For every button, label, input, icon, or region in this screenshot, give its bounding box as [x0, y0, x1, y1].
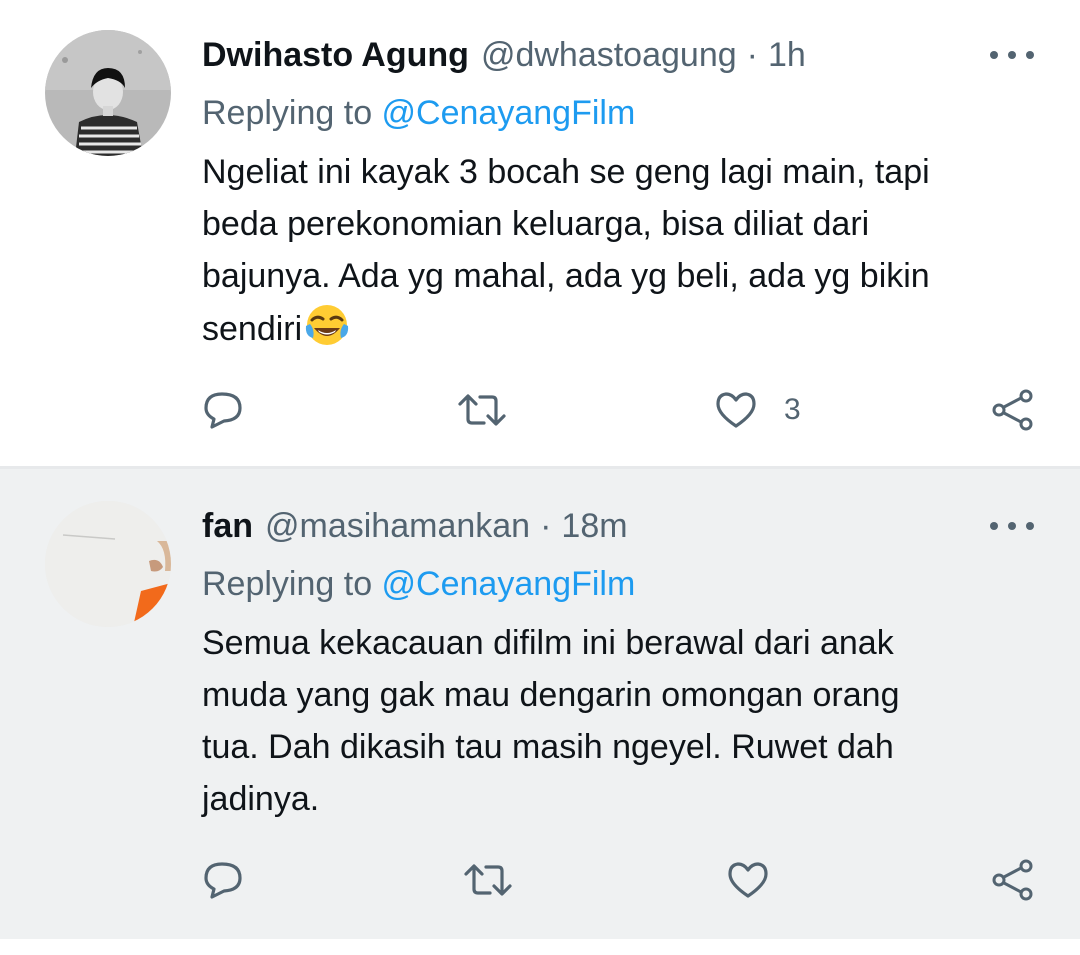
- reply-icon: [204, 862, 242, 899]
- mention-link[interactable]: @CenayangFilm: [382, 565, 636, 603]
- tweet-text-line: Semua kekacauan difilm ini berawal dari …: [202, 624, 894, 662]
- retweet-button[interactable]: [462, 850, 514, 910]
- mention-link[interactable]: @CenayangFilm: [382, 94, 636, 132]
- tweet-2[interactable]: fan @masihamankan · 18m Replying to @Cen…: [0, 469, 1080, 939]
- like-button[interactable]: 3: [714, 380, 801, 440]
- avatar-photo: [45, 501, 171, 627]
- like-count: 3: [784, 393, 801, 426]
- more-icon[interactable]: [990, 45, 1034, 65]
- retweet-button[interactable]: [456, 380, 508, 440]
- replying-to: Replying to @CenayangFilm: [202, 88, 635, 138]
- tweet-actions: [0, 850, 1080, 910]
- tweet-text: Ngeliat ini kayak 3 bocah se geng lagi m…: [202, 146, 1042, 363]
- heart-icon: [728, 862, 768, 898]
- avatar[interactable]: [45, 30, 171, 156]
- avatar-photo: [45, 30, 171, 156]
- retweet-icon: [458, 394, 506, 426]
- tears-of-joy-emoji-icon: [304, 302, 350, 363]
- replying-to: Replying to @CenayangFilm: [202, 559, 635, 609]
- like-button[interactable]: [726, 850, 770, 910]
- timestamp[interactable]: 18m: [561, 501, 627, 551]
- tweet-1[interactable]: Dwihasto Agung @dwhastoagung · 1h Replyi…: [0, 0, 1080, 466]
- replying-prefix: Replying to: [202, 565, 382, 603]
- user-handle[interactable]: @masihamankan: [265, 501, 530, 551]
- reply-button[interactable]: [202, 380, 246, 440]
- share-button[interactable]: [990, 380, 1036, 440]
- replying-prefix: Replying to: [202, 94, 382, 132]
- tweet-text-line: sendiri: [202, 302, 1042, 363]
- tweet-header: Dwihasto Agung @dwhastoagung · 1h: [202, 30, 806, 80]
- timestamp[interactable]: 1h: [768, 30, 806, 80]
- tweet-text-fragment: sendiri: [202, 310, 303, 348]
- display-name[interactable]: Dwihasto Agung: [202, 30, 469, 80]
- tweet-text-line: muda yang gak mau dengarin omongan orang: [202, 676, 900, 714]
- share-icon: [992, 859, 1033, 901]
- reply-icon: [204, 392, 242, 429]
- avatar[interactable]: [45, 501, 171, 627]
- heart-icon: [716, 392, 756, 428]
- tweet-text-line: jadinya.: [202, 780, 320, 818]
- share-button[interactable]: [990, 850, 1036, 910]
- page-bottom: [0, 939, 1080, 955]
- tweet-text: Semua kekacauan difilm ini berawal dari …: [202, 617, 1042, 825]
- share-icon: [992, 389, 1033, 431]
- user-handle[interactable]: @dwhastoagung: [481, 30, 737, 80]
- tweet-text-line: bajunya. Ada yg mahal, ada yg beli, ada …: [202, 257, 930, 295]
- reply-button[interactable]: [202, 850, 246, 910]
- tweet-text-line: tua. Dah dikasih tau masih ngeyel. Ruwet…: [202, 728, 894, 766]
- tweet-header: fan @masihamankan · 18m: [202, 501, 628, 551]
- separator-dot: ·: [540, 507, 552, 545]
- display-name[interactable]: fan: [202, 501, 253, 551]
- separator-dot: ·: [746, 36, 758, 74]
- more-icon[interactable]: [990, 516, 1034, 536]
- retweet-icon: [464, 864, 512, 896]
- tweet-text-line: beda perekonomian keluarga, bisa diliat …: [202, 205, 870, 243]
- tweet-text-line: Ngeliat ini kayak 3 bocah se geng lagi m…: [202, 153, 930, 191]
- tweet-actions: 3: [0, 380, 1080, 440]
